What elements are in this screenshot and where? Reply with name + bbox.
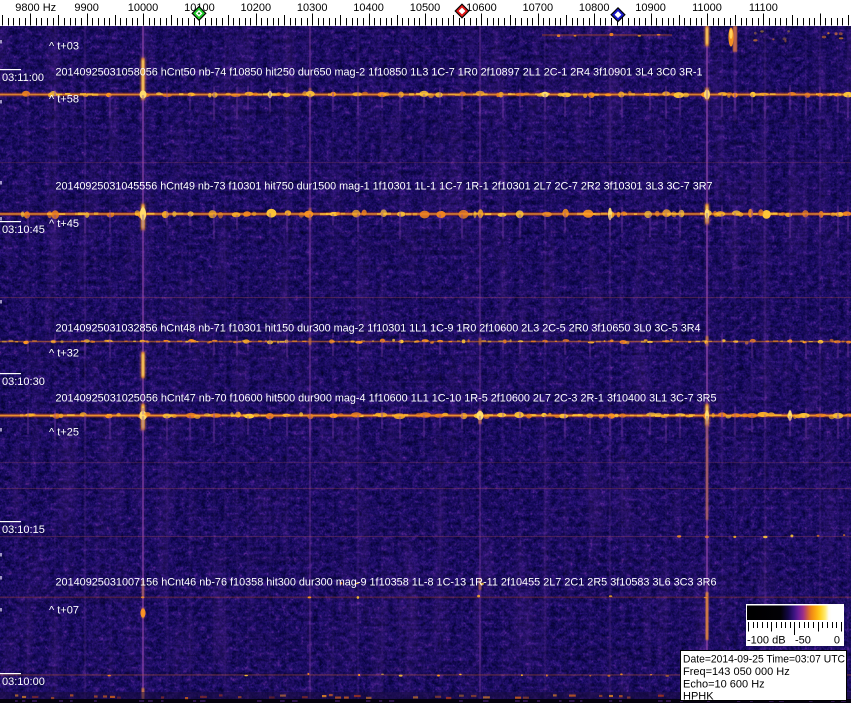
svg-text:03:11:00: 03:11:00 — [2, 72, 44, 84]
svg-text:20140925031007156 hCnt46 nb-76: 20140925031007156 hCnt46 nb-76 f10358 hi… — [56, 577, 717, 589]
svg-text:Echo=10 600 Hz: Echo=10 600 Hz — [683, 679, 765, 691]
svg-text:^ t+07: ^ t+07 — [49, 605, 79, 617]
svg-text:0: 0 — [834, 635, 840, 647]
svg-text:-50: -50 — [795, 635, 811, 647]
svg-text:20140925031058056 hCnt50 nb-74: 20140925031058056 hCnt50 nb-74 f10850 hi… — [56, 67, 703, 79]
svg-text:9900: 9900 — [74, 2, 98, 14]
svg-text:10000: 10000 — [128, 2, 159, 14]
svg-text:10500: 10500 — [410, 2, 441, 14]
svg-text:HPHK: HPHK — [683, 691, 714, 703]
svg-text:03:10:00: 03:10:00 — [2, 676, 45, 688]
svg-text:10700: 10700 — [523, 2, 554, 14]
svg-text:03:10:45: 03:10:45 — [2, 224, 45, 236]
svg-text:20140925031032856 hCnt48 nb-71: 20140925031032856 hCnt48 nb-71 f10301 hi… — [56, 323, 701, 335]
svg-text:10600: 10600 — [466, 2, 497, 14]
svg-text:03:10:30: 03:10:30 — [2, 376, 45, 388]
svg-text:10900: 10900 — [635, 2, 666, 14]
svg-text:^ t+03: ^ t+03 — [49, 41, 79, 53]
svg-text:11000: 11000 — [692, 2, 722, 14]
svg-text:10300: 10300 — [297, 2, 328, 14]
svg-text:10200: 10200 — [241, 2, 272, 14]
svg-text:-100 dB: -100 dB — [747, 635, 786, 647]
svg-text:^ t+32: ^ t+32 — [49, 348, 79, 360]
svg-text:Date=2014-09-25 Time=03:07 UTC: Date=2014-09-25 Time=03:07 UTC — [683, 654, 845, 666]
svg-text:^ t+25: ^ t+25 — [49, 427, 79, 439]
svg-text:10800: 10800 — [579, 2, 610, 14]
svg-text:20140925031045556 hCnt49 nb-73: 20140925031045556 hCnt49 nb-73 f10301 hi… — [56, 181, 713, 193]
svg-text:11100: 11100 — [749, 2, 778, 14]
svg-text:03:10:15: 03:10:15 — [2, 524, 45, 536]
svg-text:20140925031025056 hCnt47 nb-70: 20140925031025056 hCnt47 nb-70 f10600 hi… — [56, 393, 717, 405]
svg-text:^ t+58: ^ t+58 — [49, 94, 79, 106]
svg-text:^ t+45: ^ t+45 — [49, 218, 79, 230]
svg-text:10400: 10400 — [353, 2, 384, 14]
svg-text:9800 Hz: 9800 Hz — [15, 2, 56, 14]
svg-text:Freq=143 050 000 Hz: Freq=143 050 000 Hz — [683, 666, 790, 678]
